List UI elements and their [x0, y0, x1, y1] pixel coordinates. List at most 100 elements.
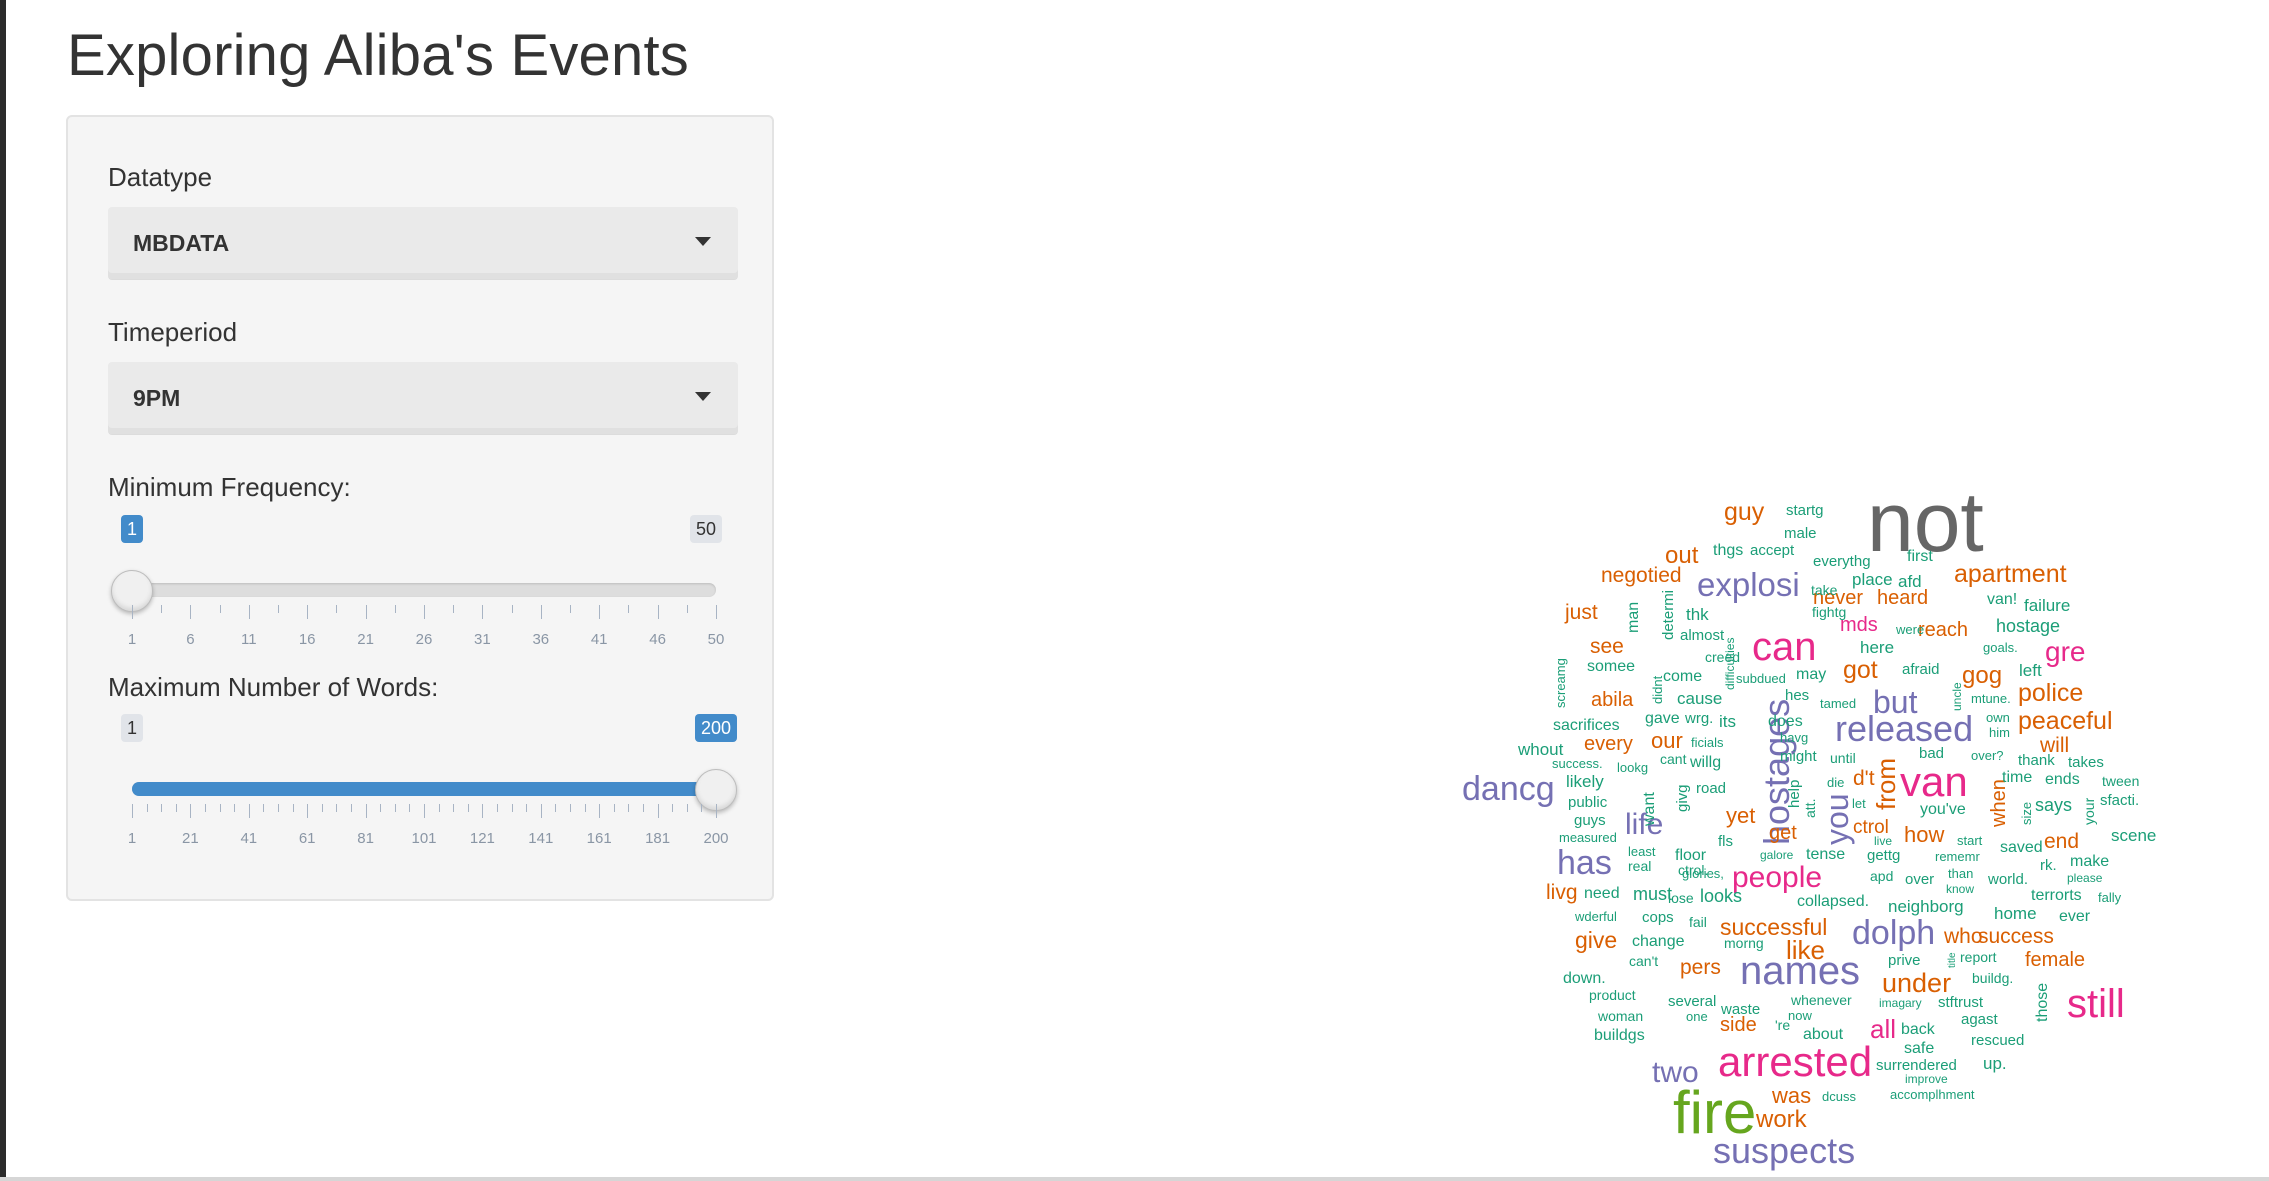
- cloud-word: agast: [1961, 1011, 1999, 1028]
- cloud-word: people: [1732, 861, 1822, 894]
- cloud-word: one: [1686, 1009, 1708, 1024]
- cloud-word: success.: [1552, 756, 1603, 771]
- cloud-word: van!: [1987, 591, 2017, 608]
- cloud-word: can't: [1629, 953, 1658, 969]
- cloud-word: tamed: [1820, 696, 1856, 711]
- cloud-word: gre: [2045, 636, 2085, 667]
- cloud-word: att.: [1802, 799, 1818, 818]
- cloud-word: until: [1830, 750, 1856, 766]
- cloud-word: guys: [1574, 812, 1606, 829]
- cloud-word: gettg: [1867, 847, 1900, 864]
- cloud-word: police: [2018, 679, 2083, 707]
- cloud-word: wrg.: [1684, 710, 1713, 727]
- cloud-word: get: [1769, 822, 1797, 844]
- cloud-word: how: [1904, 822, 1944, 847]
- cloud-word: collapsed.: [1797, 893, 1869, 910]
- cloud-word: home: [1994, 904, 2037, 923]
- cloud-word: road: [1696, 780, 1726, 797]
- cloud-word: end: [2044, 830, 2079, 853]
- cloud-word: tense: [1806, 846, 1845, 863]
- cloud-word: ends: [2045, 771, 2080, 788]
- cloud-word: explosi: [1697, 566, 1800, 603]
- cloud-word: yet: [1726, 803, 1755, 828]
- cloud-word: goals.: [1983, 640, 2018, 655]
- cloud-word: pers: [1680, 956, 1721, 979]
- cloud-word: about: [1803, 1026, 1844, 1043]
- cloud-word: work: [1755, 1106, 1808, 1133]
- cloud-word: its: [1719, 712, 1736, 731]
- cloud-word: peaceful: [2018, 707, 2113, 735]
- cloud-word: hes: [1785, 687, 1809, 704]
- cloud-word: who: [1943, 925, 1983, 948]
- cloud-word: somee: [1587, 658, 1635, 675]
- cloud-word: tween: [2102, 773, 2139, 789]
- cloud-word: thgs: [1713, 542, 1743, 559]
- cloud-word: all: [1870, 1014, 1896, 1044]
- cloud-word: just: [1564, 601, 1598, 624]
- cloud-word: let: [1852, 796, 1866, 811]
- cloud-word: fail: [1689, 914, 1707, 930]
- cloud-word: come: [1663, 668, 1702, 685]
- cloud-word: looks: [1700, 886, 1742, 906]
- cloud-word: our: [1651, 728, 1683, 753]
- cloud-word: from: [1871, 758, 1901, 810]
- cloud-word: here: [1860, 638, 1894, 657]
- cloud-word: uncle: [1950, 682, 1964, 711]
- cloud-word: your: [2081, 797, 2097, 825]
- cloud-word: were: [1895, 622, 1924, 637]
- cloud-word: man: [1625, 602, 1642, 633]
- cloud-word: wderful: [1574, 909, 1617, 924]
- cloud-word: abila: [1591, 689, 1634, 711]
- cloud-word: ever: [2059, 908, 2091, 925]
- cloud-word: dancg: [1462, 770, 1555, 808]
- cloud-word: place: [1852, 570, 1893, 589]
- cloud-word: arrested: [1718, 1038, 1872, 1085]
- cloud-word: subdued: [1736, 671, 1786, 686]
- cloud-word: dcuss: [1822, 1089, 1856, 1104]
- cloud-word: product: [1589, 987, 1636, 1003]
- cloud-word: must: [1633, 884, 1672, 904]
- cloud-word: apartment: [1954, 560, 2067, 588]
- cloud-word: still: [2067, 982, 2125, 1026]
- cloud-word: title: [1947, 952, 1958, 968]
- cloud-word: buildgs: [1594, 1027, 1645, 1044]
- cloud-word: cant: [1660, 751, 1687, 767]
- cloud-word: real: [1628, 858, 1651, 874]
- cloud-word: stftrust: [1938, 994, 1984, 1011]
- cloud-word: rescued: [1971, 1032, 2024, 1049]
- cloud-word: saved: [2000, 839, 2043, 856]
- cloud-word: gave: [1645, 710, 1680, 727]
- cloud-word: die: [1827, 775, 1844, 790]
- cloud-word: screamg: [1553, 658, 1568, 708]
- cloud-word: over?: [1971, 748, 2004, 763]
- cloud-word: him: [1989, 725, 2010, 740]
- cloud-word: takes: [2068, 754, 2104, 771]
- cloud-word: fightg: [1812, 604, 1846, 620]
- cloud-word: givg: [1674, 784, 1691, 812]
- cloud-word: out: [1665, 542, 1699, 569]
- cloud-word: change: [1632, 933, 1685, 950]
- cloud-word: sacrifices: [1553, 717, 1620, 734]
- cloud-word: least: [1628, 844, 1656, 859]
- cloud-word: you: [1819, 793, 1855, 845]
- cloud-word: failure: [2024, 596, 2070, 615]
- cloud-word: bad: [1919, 745, 1944, 762]
- cloud-word: own: [1986, 710, 2010, 725]
- cloud-word: time: [2002, 769, 2032, 786]
- cloud-word: whenever: [1790, 992, 1852, 1008]
- cloud-word: several: [1668, 993, 1716, 1010]
- bottom-divider: [0, 1177, 2269, 1181]
- cloud-word: male: [1784, 525, 1817, 542]
- cloud-word: now: [1788, 1008, 1812, 1023]
- cloud-word: fally: [2098, 890, 2122, 905]
- cloud-word: everythg: [1813, 553, 1871, 570]
- cloud-word: livg: [1546, 881, 1578, 904]
- cloud-word: you've: [1920, 801, 1966, 818]
- cloud-word: female: [2025, 949, 2085, 971]
- cloud-word: glories,: [1682, 866, 1724, 881]
- cloud-word: terrorts: [2031, 887, 2082, 904]
- cloud-word: know: [1946, 882, 1974, 896]
- cloud-word: havg: [1780, 730, 1808, 745]
- cloud-word: got: [1843, 656, 1878, 684]
- cloud-word: didnt: [1650, 675, 1665, 704]
